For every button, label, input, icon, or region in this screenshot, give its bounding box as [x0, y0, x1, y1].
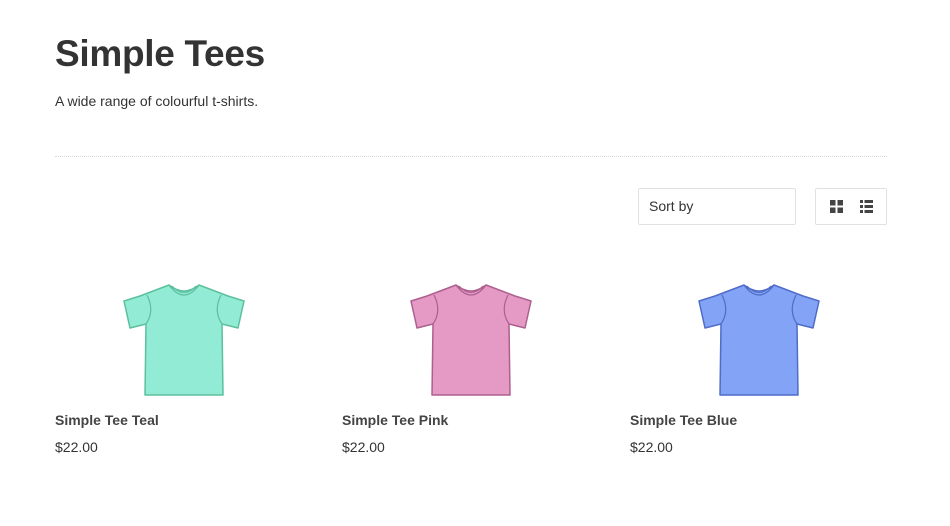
product-image[interactable]: [342, 270, 602, 396]
sort-by-select[interactable]: Sort by: [638, 188, 796, 225]
grid-view-button[interactable]: [829, 199, 844, 214]
sort-by-label: Sort by: [649, 198, 694, 214]
product-price: $22.00: [630, 439, 673, 455]
view-toggle: [815, 188, 887, 225]
tshirt-image: [410, 284, 532, 396]
product-name[interactable]: Simple Tee Teal: [55, 412, 159, 428]
product-name[interactable]: Simple Tee Pink: [342, 412, 448, 428]
collection-description: A wide range of colourful t-shirts.: [55, 93, 259, 109]
product-image[interactable]: [630, 270, 890, 396]
tshirt-image: [698, 284, 820, 396]
page-title: Simple Tees: [55, 33, 265, 74]
list-view-icon: [859, 200, 873, 213]
divider: [55, 156, 887, 157]
collection-page: Simple Tees A wide range of colourful t-…: [0, 0, 950, 526]
product-name[interactable]: Simple Tee Blue: [630, 412, 737, 428]
product-price: $22.00: [55, 439, 98, 455]
product-price: $22.00: [342, 439, 385, 455]
tshirt-image: [123, 284, 245, 396]
grid-view-icon: [829, 200, 843, 213]
list-view-button[interactable]: [859, 199, 874, 214]
product-image[interactable]: [55, 270, 315, 396]
